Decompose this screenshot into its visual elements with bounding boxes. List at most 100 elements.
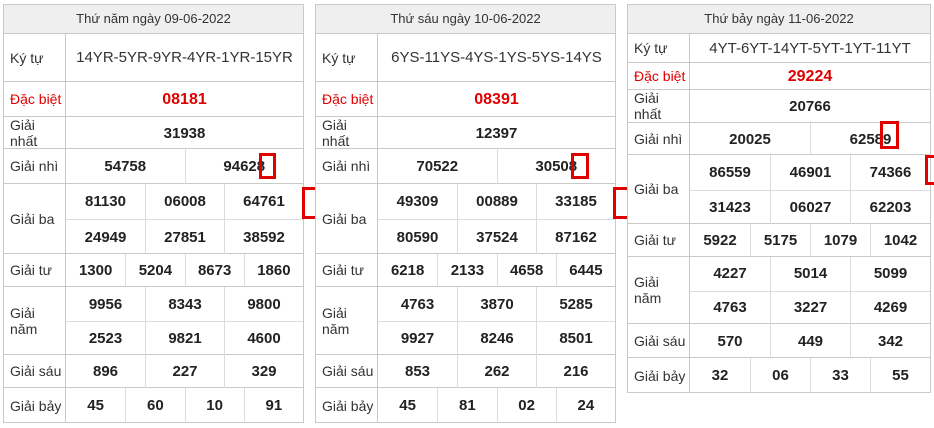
bay-number: 10 xyxy=(184,388,244,423)
values-nam: 4227 5014 5099 4763 3227 4269 xyxy=(690,257,930,324)
values-sau: 896 227 329 xyxy=(66,355,303,388)
row-kytu: Ký tự 4YT-6YT-14YT-5YT-1YT-11YT xyxy=(628,34,930,63)
label-bay: Giải bảy xyxy=(316,388,378,423)
tu-number: 1300 xyxy=(78,262,113,279)
values-tu: 6218 2133 4658 6445 xyxy=(378,254,615,287)
label-nam: Giải năm xyxy=(4,287,66,354)
row-sau: Giải sáu 853 262 216 xyxy=(316,355,615,388)
bay-number: 24 xyxy=(555,388,615,423)
ba-number: 27851 xyxy=(145,219,224,254)
nam-number: 3870 xyxy=(457,287,536,321)
nhi-number: 30508 xyxy=(496,149,616,184)
label-ba: Giải ba xyxy=(316,184,378,253)
label-nam: Giải năm xyxy=(628,257,690,323)
sau-number: 227 xyxy=(145,355,224,388)
label-sau: Giải sáu xyxy=(628,324,690,357)
values-dacbiet: 08391 xyxy=(378,82,615,116)
label-tu: Giải tư xyxy=(316,254,378,286)
label-nhat: Giải nhất xyxy=(4,117,66,149)
row-bay: Giải bảy 32 06 33 55 xyxy=(628,358,930,393)
row-dacbiet: Đặc biệt 08181 xyxy=(4,82,303,117)
label-kytu: Ký tự xyxy=(628,34,690,62)
bay-number: 45 xyxy=(399,397,416,414)
nam-number: 8246 xyxy=(457,321,536,355)
ba-number: 86559 xyxy=(709,163,751,181)
bay-number: 91 xyxy=(243,388,303,423)
tu-number: 1042 xyxy=(870,224,930,257)
row-sau: Giải sáu 896 227 329 xyxy=(4,355,303,388)
result-table: Thứ bảy ngày 11-06-2022 Ký tự 4YT-6YT-14YT… xyxy=(627,4,934,393)
nam-number: 8501 xyxy=(536,321,615,355)
kytu-value: 14YR-5YR-9YR-4YR-1YR-15YR xyxy=(76,49,293,66)
nam-number: 5099 xyxy=(850,257,930,291)
row-tu: Giải tư 1300 5204 8673 1860 xyxy=(4,254,303,287)
ba-number: 33185 xyxy=(536,184,615,219)
row-nhat: Giải nhất 31938 xyxy=(4,117,303,149)
label-tu: Giải tư xyxy=(4,254,66,286)
label-kytu: Ký tự xyxy=(4,34,66,81)
bay-number: 02 xyxy=(496,388,556,423)
kytu-value: 4YT-6YT-14YT-5YT-1YT-11YT xyxy=(709,39,911,57)
row-nhi: Giải nhì 70522 30508 xyxy=(316,149,615,184)
label-ba: Giải ba xyxy=(628,155,690,223)
bay-number: 81 xyxy=(437,388,496,423)
values-bay: 32 06 33 55 xyxy=(690,358,930,393)
values-kytu: 14YR-5YR-9YR-4YR-1YR-15YR xyxy=(66,34,303,81)
values-sau: 570 449 342 xyxy=(690,324,930,358)
label-sau: Giải sáu xyxy=(4,355,66,387)
label-sau: Giải sáu xyxy=(316,355,378,387)
sau-number: 896 xyxy=(92,363,119,380)
ba-number: 06027 xyxy=(770,189,850,224)
result-table: Thứ năm ngày 09-06-2022 Ký tự 14YR-5YR-9YR… xyxy=(3,4,326,423)
label-nhi: Giải nhì xyxy=(4,149,66,183)
nhi-number: 20025 xyxy=(729,130,771,148)
table-title: Thứ năm ngày 09-06-2022 xyxy=(4,5,303,34)
label-ba: Giải ba xyxy=(4,184,66,253)
values-nhi: 20025 62589 xyxy=(690,121,930,155)
highlight-box xyxy=(925,155,934,185)
ba-number: 74366 xyxy=(850,155,930,190)
ba-number: 00889 xyxy=(457,184,536,219)
tu-number: 5175 xyxy=(750,224,810,257)
row-dacbiet: Đặc biệt 08391 xyxy=(316,82,615,117)
bay-number: 32 xyxy=(711,367,729,384)
row-sau: Giải sáu 570 449 342 xyxy=(628,324,930,358)
values-nhat: 12397 xyxy=(378,117,615,148)
nam-number: 2523 xyxy=(66,321,145,355)
label-tu: Giải tư xyxy=(628,224,690,256)
tu-number: 5204 xyxy=(125,254,184,287)
highlight-box xyxy=(880,121,899,149)
row-nam: Giải năm 4227 5014 5099 4763 3227 4269 xyxy=(628,257,930,324)
sau-number: 262 xyxy=(457,355,536,388)
row-bay: Giải bảy 45 81 02 24 xyxy=(316,388,615,423)
nam-number: 4269 xyxy=(850,290,930,324)
sau-number: 329 xyxy=(224,355,303,388)
nhi-number: 94628 xyxy=(184,149,304,184)
nam-number: 5285 xyxy=(536,287,615,321)
nam-number: 8343 xyxy=(145,287,224,321)
row-nam: Giải năm 4763 3870 5285 9927 8246 8501 xyxy=(316,287,615,355)
values-kytu: 4YT-6YT-14YT-5YT-1YT-11YT xyxy=(690,34,930,62)
values-bay: 45 60 10 91 xyxy=(66,388,303,423)
row-nhi: Giải nhì 20025 62589 xyxy=(628,121,930,155)
ba-number: 87162 xyxy=(536,219,615,254)
sau-number: 216 xyxy=(536,355,615,388)
ba-number: 06008 xyxy=(145,184,224,219)
ba-number: 31423 xyxy=(690,189,770,225)
ba-number: 62203 xyxy=(850,189,930,224)
ba-number: 49309 xyxy=(396,193,439,210)
label-dacbiet: Đặc biệt xyxy=(316,82,378,116)
row-nhi: Giải nhì 54758 94628 xyxy=(4,149,303,184)
values-sau: 853 262 216 xyxy=(378,355,615,388)
values-ba: 49309 00889 33185 80590 37524 87162 xyxy=(378,184,635,254)
nhat-value: 12397 xyxy=(475,124,518,142)
ba-number: 38592 xyxy=(224,219,303,254)
table-title: Thứ sáu ngày 10-06-2022 xyxy=(316,5,615,34)
values-nhat: 20766 xyxy=(690,90,930,122)
bay-number: 55 xyxy=(870,358,930,393)
tu-number: 2133 xyxy=(437,254,496,287)
row-kytu: Ký tự 6YS-11YS-4YS-1YS-5YS-14YS xyxy=(316,34,615,82)
table-title: Thứ bảy ngày 11-06-2022 xyxy=(628,5,930,34)
label-bay: Giải bảy xyxy=(4,388,66,423)
label-nhat: Giải nhất xyxy=(316,117,378,149)
